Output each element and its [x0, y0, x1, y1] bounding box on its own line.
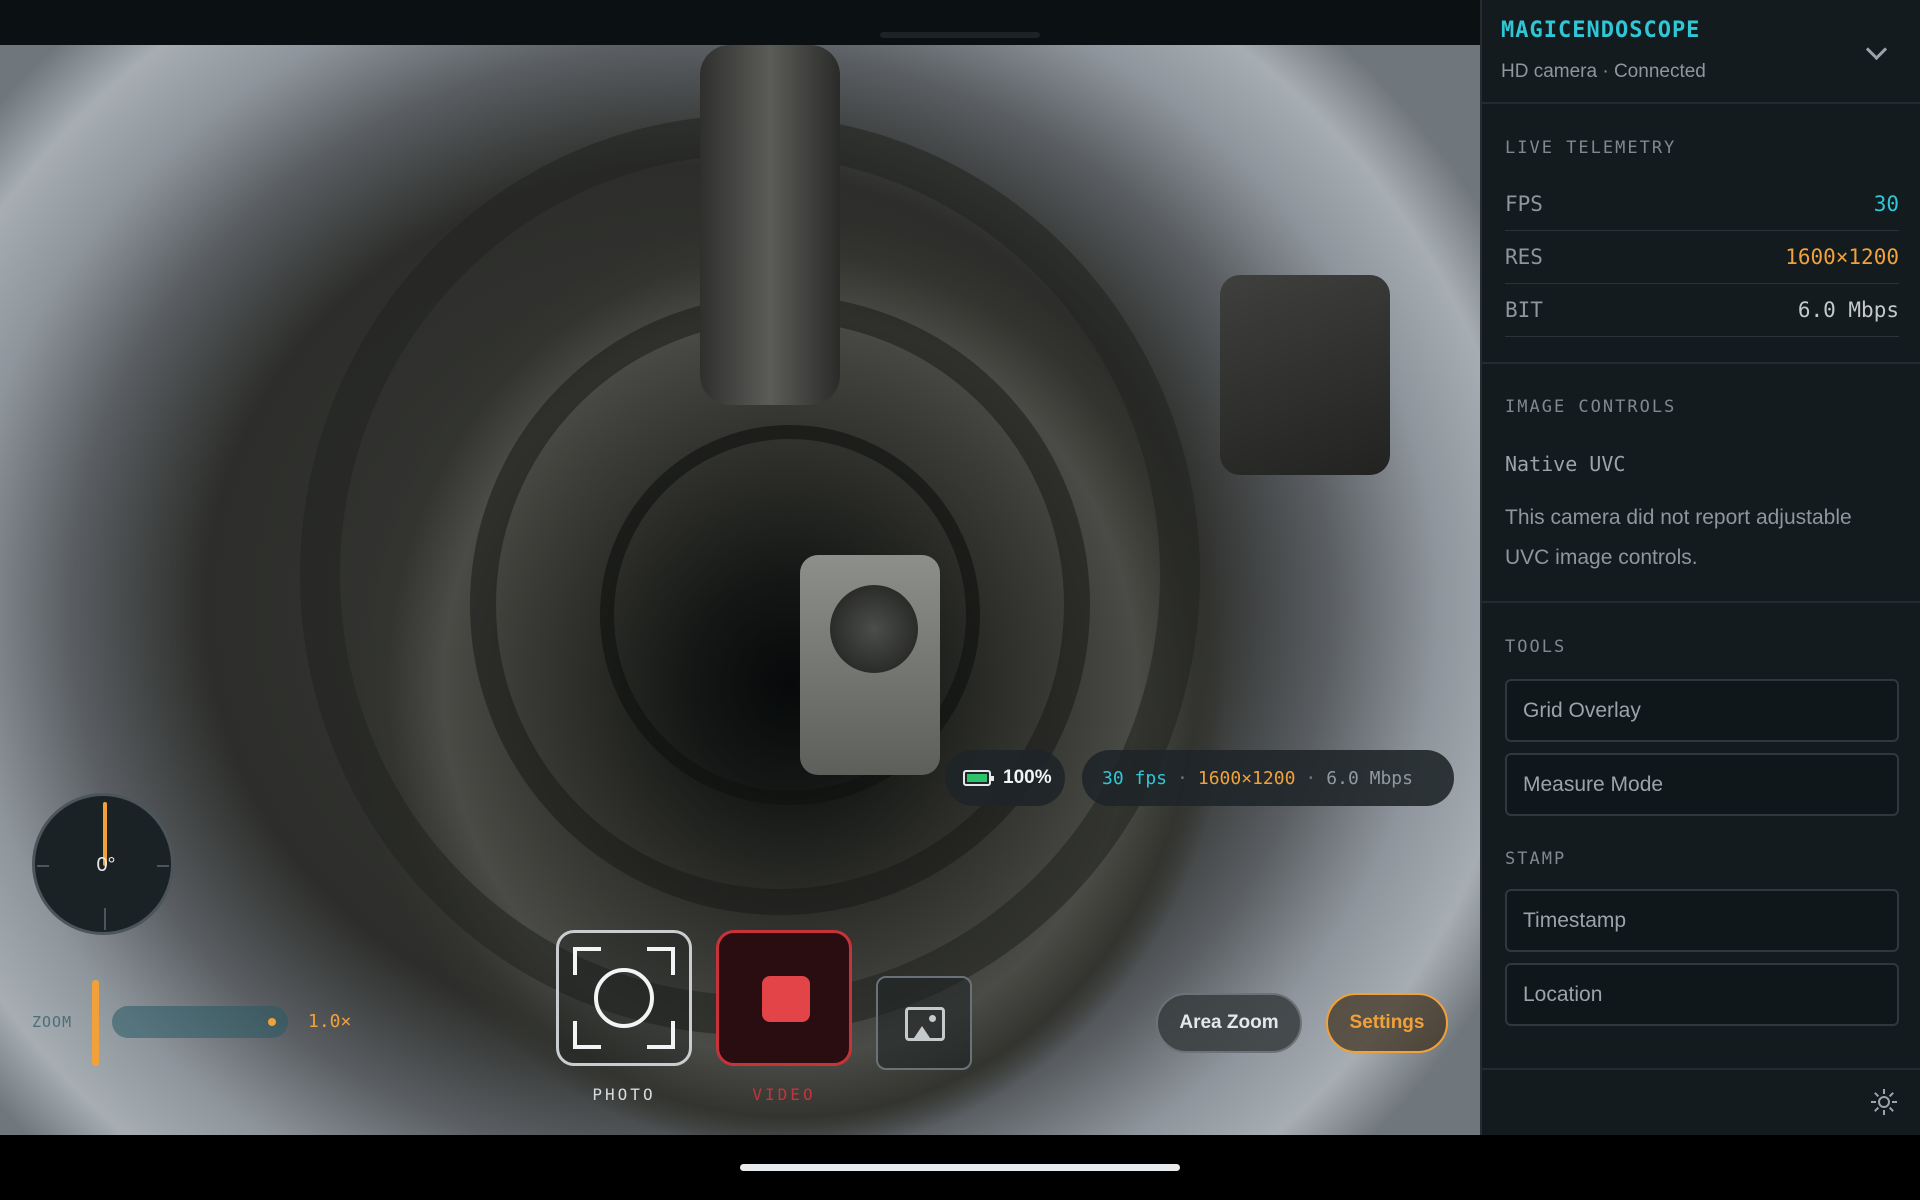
telemetry-key: FPS — [1505, 192, 1543, 216]
zoom-indicator-bar — [92, 980, 99, 1066]
photo-label: PHOTO — [592, 1085, 656, 1104]
location-button[interactable]: Location — [1505, 963, 1899, 1026]
section-divider — [1482, 601, 1920, 603]
area-zoom-button[interactable]: Area Zoom — [1156, 993, 1302, 1053]
telemetry-row-bit: BIT 6.0 Mbps — [1505, 284, 1899, 337]
gallery-icon — [905, 1007, 945, 1041]
section-title-image-controls: IMAGE CONTROLS — [1505, 397, 1677, 417]
video-record-button[interactable] — [716, 930, 852, 1066]
gallery-button[interactable] — [876, 976, 972, 1070]
home-indicator[interactable] — [740, 1164, 1180, 1171]
chevron-down-icon[interactable] — [1865, 42, 1885, 62]
app-title: MAGICENDOSCOPE — [1501, 18, 1701, 43]
section-divider — [1482, 362, 1920, 364]
stats-separator: · — [1177, 767, 1188, 789]
image-controls-mode: Native UVC — [1505, 452, 1626, 476]
telemetry-key: BIT — [1505, 298, 1543, 322]
telemetry-value: 30 — [1873, 192, 1899, 216]
feed-sensor-lens — [830, 585, 918, 673]
stats-separator: · — [1305, 767, 1317, 789]
brightness-icon[interactable] — [1871, 1089, 1897, 1115]
section-title-tools: TOOLS — [1505, 637, 1567, 657]
telemetry-row-fps: FPS 30 — [1505, 178, 1899, 231]
image-controls-note: This camera did not report adjustable UV… — [1505, 506, 1852, 569]
photo-frame-corner — [573, 947, 601, 975]
device-status: HD camera · Connected — [1501, 61, 1706, 82]
zoom-label: ZOOM — [32, 1013, 73, 1031]
telemetry-key: RES — [1505, 245, 1543, 269]
stats-bitrate: 6.0 Mbps — [1326, 767, 1413, 789]
zoom-slider-thumb[interactable] — [268, 1018, 276, 1026]
battery-status-pill: 100% — [945, 750, 1065, 806]
battery-level: 100% — [1003, 767, 1052, 788]
telemetry-value: 6.0 Mbps — [1797, 298, 1899, 322]
photo-frame-corner — [573, 1021, 601, 1049]
grid-overlay-button[interactable]: Grid Overlay — [1505, 679, 1899, 742]
record-stop-icon — [762, 976, 810, 1022]
timestamp-button[interactable]: Timestamp — [1505, 889, 1899, 952]
settings-button[interactable]: Settings — [1326, 993, 1448, 1053]
feed-bracket — [1220, 275, 1390, 475]
stats-fps: 30 fps — [1102, 767, 1168, 789]
section-title-stamp: STAMP — [1505, 849, 1567, 869]
top-drag-handle[interactable] — [880, 32, 1040, 38]
battery-icon — [963, 770, 994, 786]
photo-frame-corner — [647, 1021, 675, 1049]
telemetry-value: 1600×1200 — [1785, 245, 1899, 269]
zoom-value: 1.0× — [308, 1011, 352, 1032]
photo-capture-button[interactable] — [556, 930, 692, 1066]
section-title-telemetry: LIVE TELEMETRY — [1505, 138, 1677, 158]
dial-angle-value: 0° — [96, 854, 116, 876]
photo-frame-corner — [647, 947, 675, 975]
bottom-bar-panel-area — [1480, 1135, 1920, 1200]
stats-resolution: 1600×1200 — [1197, 767, 1296, 789]
zoom-slider[interactable] — [112, 1006, 288, 1038]
dial-tick-bottom — [104, 908, 106, 930]
stream-stats-pill: 30 fps · 1600×1200 · 6.0 Mbps — [1082, 750, 1454, 806]
measure-mode-button[interactable]: Measure Mode — [1505, 753, 1899, 816]
panel-header: MAGICENDOSCOPE HD camera · Connected — [1482, 0, 1920, 104]
telemetry-row-res: RES 1600×1200 — [1505, 231, 1899, 284]
feed-pipe — [700, 45, 840, 405]
top-status-bar — [0, 0, 1480, 45]
photo-capture-icon — [594, 968, 654, 1028]
side-panel: MAGICENDOSCOPE HD camera · Connected LIV… — [1480, 0, 1920, 1135]
level-dial[interactable]: 0° — [32, 793, 174, 935]
panel-footer-divider — [1482, 1068, 1920, 1070]
video-label: VIDEO — [752, 1085, 816, 1104]
